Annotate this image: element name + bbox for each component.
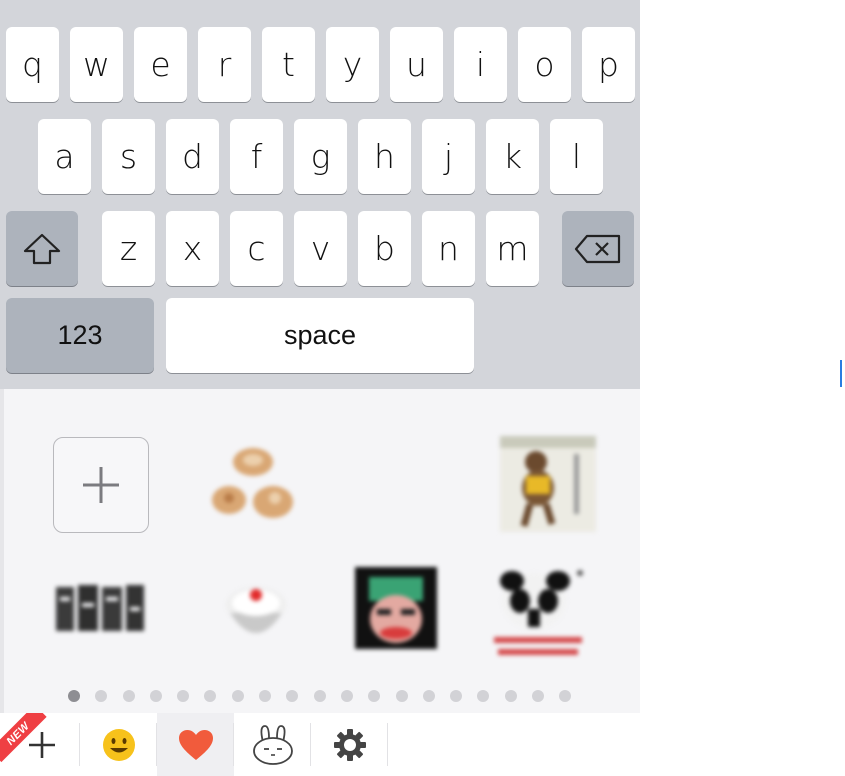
- page-dot[interactable]: [559, 690, 572, 702]
- key-b[interactable]: b: [358, 211, 411, 286]
- page-dot[interactable]: [286, 690, 299, 702]
- key-x[interactable]: x: [166, 211, 219, 286]
- page-dot[interactable]: [259, 690, 272, 702]
- sticker-cookies[interactable]: [205, 438, 301, 534]
- shift-arrow-icon: [23, 233, 61, 264]
- tab-add[interactable]: [3, 713, 80, 776]
- page-dot[interactable]: [368, 690, 381, 702]
- key-z[interactable]: z: [102, 211, 155, 286]
- page-dot[interactable]: [532, 690, 545, 702]
- page-dot[interactable]: [231, 690, 244, 702]
- keyboard: q w e r t y u i o p a s d f g h j k l z x c v b n m 123 space: [0, 0, 640, 389]
- key-k[interactable]: k: [486, 119, 539, 194]
- key-q[interactable]: q: [6, 27, 59, 102]
- page-dot[interactable]: [204, 690, 217, 702]
- key-o[interactable]: o: [518, 27, 571, 102]
- numbers-key[interactable]: 123: [6, 298, 154, 373]
- key-m[interactable]: m: [486, 211, 539, 286]
- page-dot[interactable]: [95, 690, 108, 702]
- page-dot[interactable]: [313, 690, 326, 702]
- shift-key[interactable]: [6, 211, 78, 286]
- plus-icon: [83, 467, 119, 503]
- sticker-panda-meme[interactable]: [492, 565, 588, 661]
- key-s[interactable]: s: [102, 119, 155, 194]
- key-a[interactable]: a: [38, 119, 91, 194]
- page-indicator[interactable]: [68, 690, 587, 704]
- delete-key[interactable]: [562, 211, 634, 286]
- key-h[interactable]: h: [358, 119, 411, 194]
- key-w[interactable]: w: [70, 27, 123, 102]
- page-dot[interactable]: [68, 690, 80, 702]
- key-u[interactable]: u: [390, 27, 443, 102]
- page-dot[interactable]: [122, 690, 135, 702]
- toolbar-divider: [387, 723, 388, 766]
- key-v[interactable]: v: [294, 211, 347, 286]
- key-n[interactable]: n: [422, 211, 475, 286]
- backspace-icon: [574, 234, 621, 263]
- page-dot[interactable]: [340, 690, 353, 702]
- key-c[interactable]: c: [230, 211, 283, 286]
- tab-settings[interactable]: [311, 713, 388, 776]
- panel-edge: [0, 389, 4, 713]
- sticker-cupcake[interactable]: [208, 563, 304, 659]
- text-cursor: [840, 360, 842, 387]
- bunny-icon: [252, 724, 293, 765]
- key-i[interactable]: i: [454, 27, 507, 102]
- sticker-bear-dancing[interactable]: [500, 436, 596, 532]
- page-dot[interactable]: [504, 690, 517, 702]
- emoji-toolbar: NEW: [0, 713, 640, 776]
- heart-icon: [178, 729, 213, 760]
- add-sticker-button[interactable]: [53, 437, 149, 533]
- key-e[interactable]: e: [134, 27, 187, 102]
- key-y[interactable]: y: [326, 27, 379, 102]
- page-dot[interactable]: [477, 690, 490, 702]
- gear-icon: [333, 728, 366, 761]
- tab-emoji[interactable]: [80, 713, 157, 776]
- tab-kaomoji[interactable]: [234, 713, 311, 776]
- key-l[interactable]: l: [550, 119, 603, 194]
- key-f[interactable]: f: [230, 119, 283, 194]
- tab-favorites[interactable]: [157, 713, 234, 776]
- key-d[interactable]: d: [166, 119, 219, 194]
- key-j[interactable]: j: [422, 119, 475, 194]
- page-dot[interactable]: [149, 690, 162, 702]
- sticker-anime-face[interactable]: [355, 567, 437, 649]
- page-dot[interactable]: [422, 690, 435, 702]
- sticker-chinese-text[interactable]: [52, 563, 148, 659]
- key-g[interactable]: g: [294, 119, 347, 194]
- key-r[interactable]: r: [198, 27, 251, 102]
- plus-icon: [28, 731, 55, 758]
- page-dot[interactable]: [395, 690, 408, 702]
- smiley-icon: [102, 728, 135, 761]
- key-p[interactable]: p: [582, 27, 635, 102]
- page-dot[interactable]: [177, 690, 190, 702]
- space-key[interactable]: space: [166, 298, 474, 373]
- page-dot[interactable]: [450, 690, 463, 702]
- key-t[interactable]: t: [262, 27, 315, 102]
